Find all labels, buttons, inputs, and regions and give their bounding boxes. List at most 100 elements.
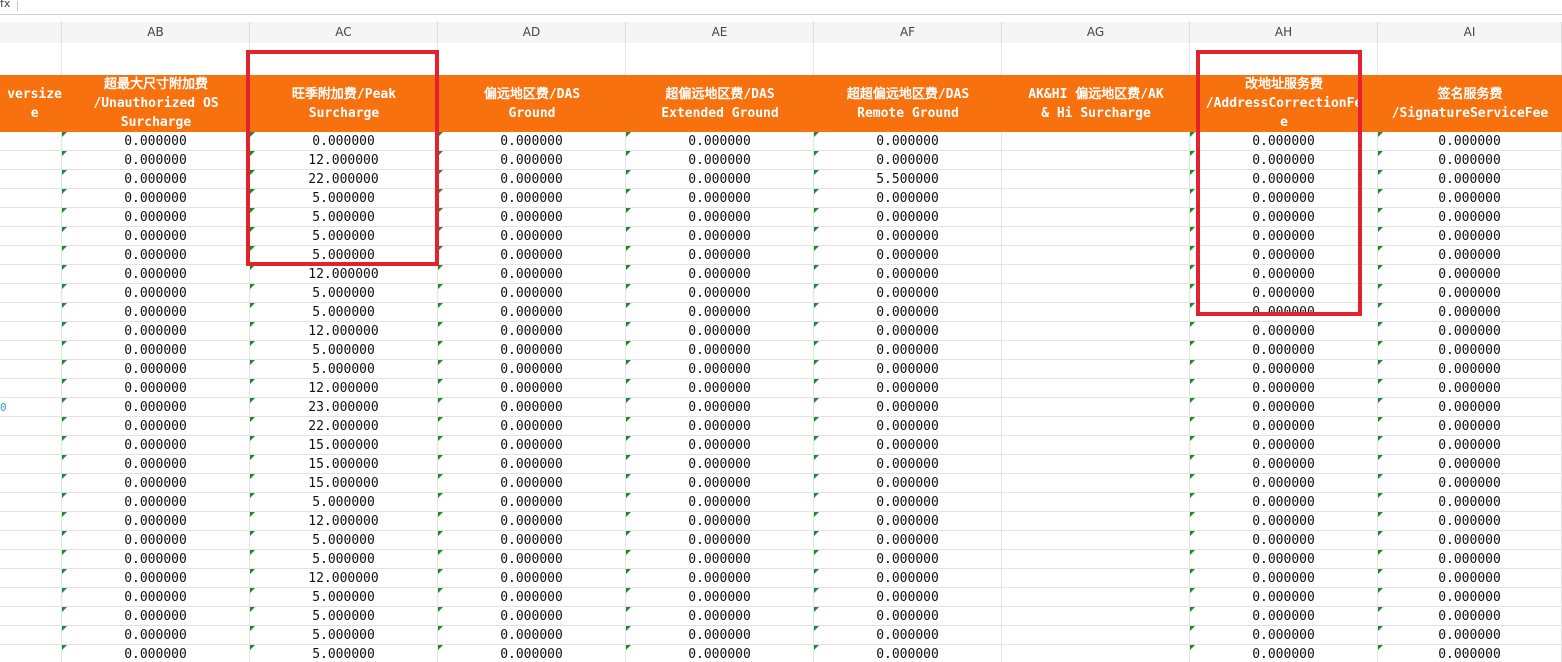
table-cell[interactable]: 0.000000 <box>626 436 814 455</box>
table-cell[interactable]: 0.000000 <box>62 132 250 151</box>
table-cell[interactable]: 0.000000 <box>1378 208 1562 227</box>
table-cell[interactable]: 0.000000 <box>814 417 1002 436</box>
table-cell[interactable]: 0.000000 <box>62 379 250 398</box>
table-cell[interactable]: 0.000000 <box>626 569 814 588</box>
table-cell[interactable] <box>1002 189 1190 208</box>
table-cell[interactable]: 0.000000 <box>814 588 1002 607</box>
formula-bar[interactable]: fx <box>0 0 1562 15</box>
table-cell[interactable]: 0.000000 <box>814 189 1002 208</box>
table-cell[interactable]: 0.000000 <box>814 645 1002 662</box>
header-cell[interactable]: 超最大尺寸附加费 /Unauthorized OS Surcharge <box>62 75 250 132</box>
table-cell[interactable]: 0.000000 <box>1378 303 1562 322</box>
table-cell[interactable]: 0.000000 <box>1190 322 1378 341</box>
table-cell[interactable]: 0 <box>0 398 62 417</box>
blank-cell[interactable] <box>626 43 814 75</box>
table-cell[interactable]: 0.000000 <box>62 322 250 341</box>
table-cell[interactable]: 0.000000 <box>626 474 814 493</box>
table-cell[interactable]: 0.000000 <box>438 246 626 265</box>
table-cell[interactable]: 0.000000 <box>626 626 814 645</box>
table-cell[interactable]: 0.000000 <box>1378 227 1562 246</box>
table-cell[interactable] <box>0 645 62 662</box>
table-cell[interactable]: 0.000000 <box>814 246 1002 265</box>
table-cell[interactable]: 0.000000 <box>1378 493 1562 512</box>
table-cell[interactable]: 5.000000 <box>250 227 438 246</box>
table-cell[interactable]: 0.000000 <box>62 645 250 662</box>
table-cell[interactable]: 0.000000 <box>1378 626 1562 645</box>
table-cell[interactable] <box>1002 588 1190 607</box>
table-cell[interactable]: 0.000000 <box>1190 588 1378 607</box>
table-cell[interactable] <box>1002 246 1190 265</box>
table-cell[interactable]: 0.000000 <box>438 170 626 189</box>
table-cell[interactable]: 5.000000 <box>250 531 438 550</box>
table-cell[interactable]: 0.000000 <box>438 531 626 550</box>
table-cell[interactable]: 0.000000 <box>1378 360 1562 379</box>
table-cell[interactable] <box>0 569 62 588</box>
table-cell[interactable]: 0.000000 <box>1378 341 1562 360</box>
table-cell[interactable]: 0.000000 <box>814 151 1002 170</box>
table-cell[interactable]: 0.000000 <box>1378 455 1562 474</box>
table-cell[interactable]: 0.000000 <box>62 303 250 322</box>
table-cell[interactable]: 0.000000 <box>1378 436 1562 455</box>
table-cell[interactable]: 0.000000 <box>1378 550 1562 569</box>
table-cell[interactable] <box>1002 227 1190 246</box>
table-cell[interactable]: 0.000000 <box>62 569 250 588</box>
table-cell[interactable]: 0.000000 <box>626 265 814 284</box>
table-cell[interactable]: 0.000000 <box>626 512 814 531</box>
table-cell[interactable]: 0.000000 <box>62 474 250 493</box>
table-cell[interactable]: 0.000000 <box>1190 284 1378 303</box>
table-cell[interactable]: 0.000000 <box>626 493 814 512</box>
table-cell[interactable]: 0.000000 <box>1190 455 1378 474</box>
table-cell[interactable] <box>0 493 62 512</box>
table-cell[interactable]: 5.000000 <box>250 607 438 626</box>
table-cell[interactable] <box>0 512 62 531</box>
table-cell[interactable] <box>1002 303 1190 322</box>
table-cell[interactable] <box>1002 436 1190 455</box>
table-cell[interactable]: 12.000000 <box>250 322 438 341</box>
table-cell[interactable]: 0.000000 <box>438 569 626 588</box>
table-cell[interactable]: 0.000000 <box>62 417 250 436</box>
table-cell[interactable] <box>0 588 62 607</box>
table-cell[interactable] <box>0 284 62 303</box>
table-cell[interactable]: 0.000000 <box>814 265 1002 284</box>
table-cell[interactable]: 0.000000 <box>62 151 250 170</box>
table-cell[interactable]: 5.000000 <box>250 626 438 645</box>
table-cell[interactable]: 0.000000 <box>1378 189 1562 208</box>
table-cell[interactable]: 0.000000 <box>1190 550 1378 569</box>
header-cell[interactable]: versize e <box>0 75 62 132</box>
table-cell[interactable]: 0.000000 <box>1378 151 1562 170</box>
table-cell[interactable] <box>0 607 62 626</box>
table-cell[interactable]: 0.000000 <box>62 550 250 569</box>
table-cell[interactable]: 5.000000 <box>250 246 438 265</box>
table-cell[interactable]: 0.000000 <box>62 607 250 626</box>
table-cell[interactable]: 0.000000 <box>626 341 814 360</box>
table-cell[interactable]: 0.000000 <box>1378 531 1562 550</box>
column-letter-header[interactable]: AD <box>438 22 626 43</box>
table-cell[interactable]: 0.000000 <box>438 550 626 569</box>
table-cell[interactable]: 0.000000 <box>62 360 250 379</box>
table-cell[interactable]: 0.000000 <box>1190 189 1378 208</box>
table-cell[interactable]: 0.000000 <box>626 132 814 151</box>
table-cell[interactable] <box>0 170 62 189</box>
table-cell[interactable] <box>0 360 62 379</box>
table-cell[interactable] <box>0 132 62 151</box>
table-cell[interactable]: 0.000000 <box>438 284 626 303</box>
table-cell[interactable]: 0.000000 <box>814 531 1002 550</box>
table-cell[interactable]: 0.000000 <box>626 607 814 626</box>
table-cell[interactable]: 0.000000 <box>1190 208 1378 227</box>
table-cell[interactable]: 22.000000 <box>250 417 438 436</box>
column-letter-header[interactable]: AI <box>1378 22 1562 43</box>
table-cell[interactable]: 0.000000 <box>814 626 1002 645</box>
table-cell[interactable]: 0.000000 <box>1190 626 1378 645</box>
table-cell[interactable]: 0.000000 <box>814 607 1002 626</box>
table-cell[interactable]: 0.000000 <box>626 550 814 569</box>
table-cell[interactable]: 12.000000 <box>250 265 438 284</box>
table-cell[interactable]: 23.000000 <box>250 398 438 417</box>
table-cell[interactable] <box>0 379 62 398</box>
table-cell[interactable] <box>1002 284 1190 303</box>
table-cell[interactable]: 0.000000 <box>1190 303 1378 322</box>
table-cell[interactable]: 0.000000 <box>814 436 1002 455</box>
table-cell[interactable]: 0.000000 <box>814 227 1002 246</box>
table-cell[interactable]: 0.000000 <box>814 341 1002 360</box>
table-cell[interactable]: 0.000000 <box>1190 531 1378 550</box>
table-cell[interactable]: 0.000000 <box>62 189 250 208</box>
